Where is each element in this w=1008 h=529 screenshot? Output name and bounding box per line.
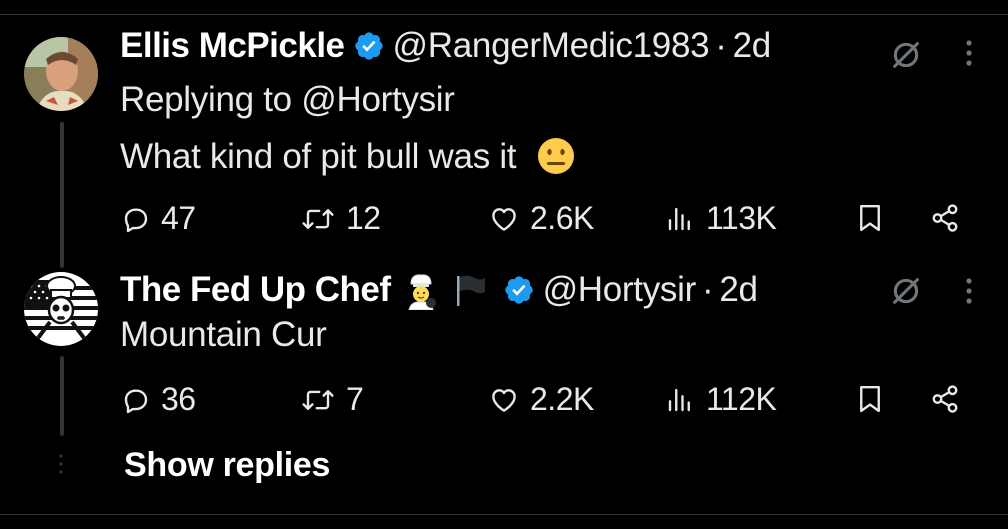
reply-button[interactable]: 47 bbox=[121, 200, 196, 237]
like-count: 2.6K bbox=[530, 200, 594, 236]
like-count: 2.2K bbox=[530, 381, 594, 417]
repost-button[interactable]: 12 bbox=[300, 200, 381, 237]
thread-line bbox=[60, 356, 64, 436]
cook-emoji-icon bbox=[408, 274, 436, 310]
views-button[interactable]: 113K bbox=[664, 200, 777, 237]
reply-count: 47 bbox=[161, 200, 196, 236]
author-handle[interactable]: @Hortysir bbox=[543, 270, 697, 310]
black-flag-emoji-icon bbox=[456, 275, 485, 306]
verified-badge-icon bbox=[504, 276, 533, 304]
replying-to-line: Replying to @Hortysir bbox=[120, 80, 455, 120]
separator-dot: · bbox=[701, 270, 714, 309]
repost-button[interactable]: 7 bbox=[300, 381, 364, 418]
like-icon bbox=[492, 388, 516, 412]
reply-icon bbox=[124, 388, 148, 413]
grok-icon[interactable] bbox=[889, 38, 923, 72]
author-handle[interactable]: @RangerMedic1983 bbox=[393, 26, 710, 66]
more-icon[interactable] bbox=[964, 276, 974, 306]
separator-dot: · bbox=[715, 26, 727, 65]
show-replies-button[interactable]: Show replies bbox=[124, 446, 330, 485]
repost-count: 7 bbox=[346, 381, 364, 417]
grok-icon[interactable] bbox=[889, 274, 923, 308]
avatar-ellis[interactable] bbox=[24, 37, 98, 111]
repost-count: 12 bbox=[346, 200, 381, 236]
author-name[interactable]: Ellis McPickle bbox=[120, 26, 345, 66]
views-button[interactable]: 112K bbox=[664, 381, 777, 418]
bottom-divider bbox=[0, 514, 1008, 515]
avatar-fed-up-chef[interactable] bbox=[24, 272, 98, 346]
thread-dots-icon bbox=[59, 454, 63, 474]
bookmark-icon[interactable] bbox=[857, 203, 883, 233]
thread-line bbox=[60, 122, 64, 268]
tweet-text: Mountain Cur bbox=[120, 315, 327, 355]
share-icon[interactable] bbox=[930, 203, 960, 233]
views-icon bbox=[668, 388, 690, 411]
reply-icon bbox=[124, 207, 148, 232]
tweet-body: What kind of pit bull was it bbox=[120, 137, 517, 176]
reply-count: 36 bbox=[161, 381, 196, 417]
share-icon[interactable] bbox=[930, 384, 960, 414]
reply-button[interactable]: 36 bbox=[121, 381, 196, 418]
tweet-time[interactable]: 2d bbox=[733, 26, 772, 66]
tweet-body: Mountain Cur bbox=[120, 315, 327, 354]
like-icon bbox=[492, 207, 516, 231]
views-count: 112K bbox=[706, 381, 777, 417]
tweet-text: What kind of pit bull was it bbox=[120, 137, 576, 177]
neutral-face-emoji-icon bbox=[537, 137, 574, 174]
replying-to-handle[interactable]: @Hortysir bbox=[301, 80, 455, 119]
more-icon[interactable] bbox=[964, 38, 974, 68]
replying-to-prefix: Replying to bbox=[120, 80, 302, 119]
views-icon bbox=[668, 207, 690, 230]
author-name[interactable]: The Fed Up Chef bbox=[120, 270, 391, 310]
verified-badge-icon bbox=[354, 32, 383, 60]
repost-icon bbox=[302, 208, 334, 229]
views-count: 113K bbox=[706, 200, 777, 236]
like-button[interactable]: 2.6K bbox=[488, 200, 594, 237]
like-button[interactable]: 2.2K bbox=[488, 381, 594, 418]
tweet-header: The Fed Up Chef @Hortysir · 2d bbox=[120, 270, 758, 310]
tweet-header: Ellis McPickle @RangerMedic1983 · 2d bbox=[120, 26, 771, 66]
repost-icon bbox=[302, 389, 334, 410]
tweet-time[interactable]: 2d bbox=[719, 270, 758, 310]
top-divider bbox=[0, 14, 1008, 15]
bookmark-icon[interactable] bbox=[857, 384, 883, 414]
